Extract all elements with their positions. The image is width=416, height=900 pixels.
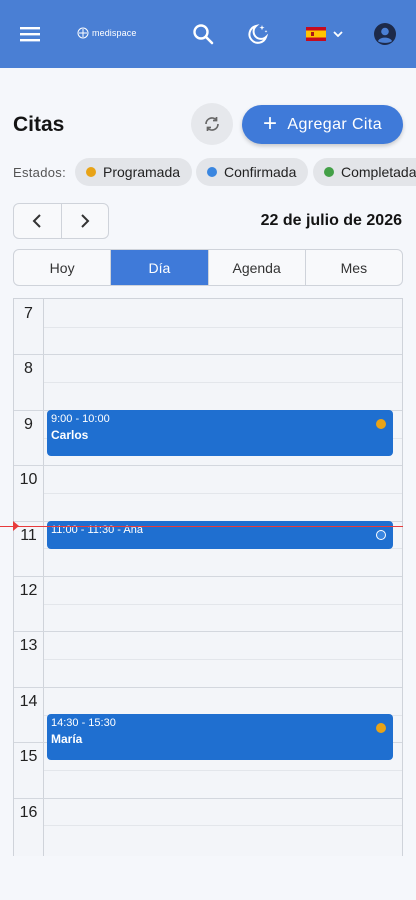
appointment-event[interactable]: 9:00 - 10:00 Carlos	[47, 410, 393, 456]
status-chip-label: Completada	[341, 164, 416, 180]
add-appointment-button[interactable]: + Agregar Cita	[242, 105, 403, 144]
status-dot	[324, 167, 334, 177]
event-status-dot	[376, 419, 386, 429]
event-patient: María	[51, 732, 83, 746]
event-status-dot	[376, 723, 386, 733]
account-button[interactable]	[373, 22, 397, 46]
status-chip-label: Confirmada	[224, 164, 297, 180]
page-title: Citas	[13, 113, 65, 136]
status-chip-completada[interactable]: Completada	[313, 158, 416, 186]
app-logo: medispace	[77, 27, 136, 39]
logo-text: medispace	[92, 28, 137, 38]
menu-icon	[20, 27, 40, 42]
hour-label: 9	[24, 415, 33, 433]
current-time-line	[0, 526, 403, 527]
view-switcher: Hoy Día Agenda Mes	[13, 249, 403, 286]
status-chip-label: Programada	[103, 164, 181, 180]
flag-spain-icon	[305, 27, 326, 41]
status-chip-programada[interactable]: Programada	[75, 158, 193, 186]
tab-today[interactable]: Hoy	[14, 250, 110, 285]
half-hour-line	[44, 659, 402, 661]
half-hour-line	[44, 382, 402, 384]
hour-label: 10	[19, 471, 38, 489]
half-hour-line	[44, 326, 402, 328]
menu-button[interactable]	[18, 22, 42, 46]
status-legend: Estados: Programada Confirmada Completad…	[13, 157, 416, 187]
previous-button[interactable]	[14, 204, 61, 238]
add-appointment-label: Agregar Cita	[287, 115, 383, 133]
hour-label: 14	[19, 692, 38, 710]
refresh-icon	[205, 117, 219, 131]
hour-line	[14, 631, 402, 633]
search-button[interactable]	[191, 22, 215, 46]
half-hour-line	[44, 603, 402, 605]
chevron-down-icon	[332, 31, 343, 37]
appointment-event[interactable]: 14:30 - 15:30 María	[47, 714, 393, 760]
account-icon	[374, 23, 396, 45]
hour-line	[14, 576, 402, 577]
hour-label: 15	[19, 748, 38, 766]
search-icon	[193, 24, 214, 45]
logo-icon	[77, 27, 89, 39]
status-chip-confirmada[interactable]: Confirmada	[196, 158, 309, 186]
hour-label: 13	[19, 637, 38, 655]
half-hour-line	[44, 492, 402, 494]
chevron-right-icon	[81, 214, 90, 228]
hour-line	[14, 465, 402, 467]
plus-icon: +	[262, 109, 278, 137]
theme-toggle-button[interactable]	[246, 22, 270, 46]
tab-month[interactable]: Mes	[304, 250, 402, 285]
hour-label: 7	[24, 305, 33, 322]
event-patient: Carlos	[51, 428, 89, 442]
half-hour-line	[44, 825, 402, 827]
refresh-button[interactable]	[191, 103, 233, 145]
status-dot	[207, 167, 217, 177]
half-hour-line	[44, 769, 402, 771]
chevron-left-icon	[32, 214, 41, 228]
tab-agenda[interactable]: Agenda	[207, 250, 305, 285]
current-time-marker	[13, 521, 19, 531]
app-header: medispace	[0, 0, 416, 68]
event-time: 14:30 - 15:30	[51, 717, 116, 729]
day-calendar[interactable]: 7 8 9 10 11 12 13 14 15 16 9:00 - 10:00 Carlos 11…	[13, 298, 403, 856]
hour-line	[14, 354, 402, 356]
event-status-dot	[376, 530, 386, 540]
theme-moon-icon	[248, 24, 269, 44]
status-dot	[86, 167, 96, 177]
current-date-title: 22 de julio de 2026	[260, 212, 402, 229]
next-button[interactable]	[60, 204, 109, 238]
hour-label: 8	[24, 360, 33, 378]
tab-day[interactable]: Día	[110, 250, 208, 285]
event-time: 9:00 - 10:00	[51, 413, 110, 425]
hour-label: 12	[19, 582, 38, 599]
language-selector[interactable]	[302, 24, 346, 44]
hour-line	[14, 797, 402, 799]
date-navigation	[13, 203, 109, 239]
status-label: Estados:	[13, 165, 66, 180]
hour-label: 16	[19, 803, 38, 821]
hour-line	[14, 686, 402, 688]
